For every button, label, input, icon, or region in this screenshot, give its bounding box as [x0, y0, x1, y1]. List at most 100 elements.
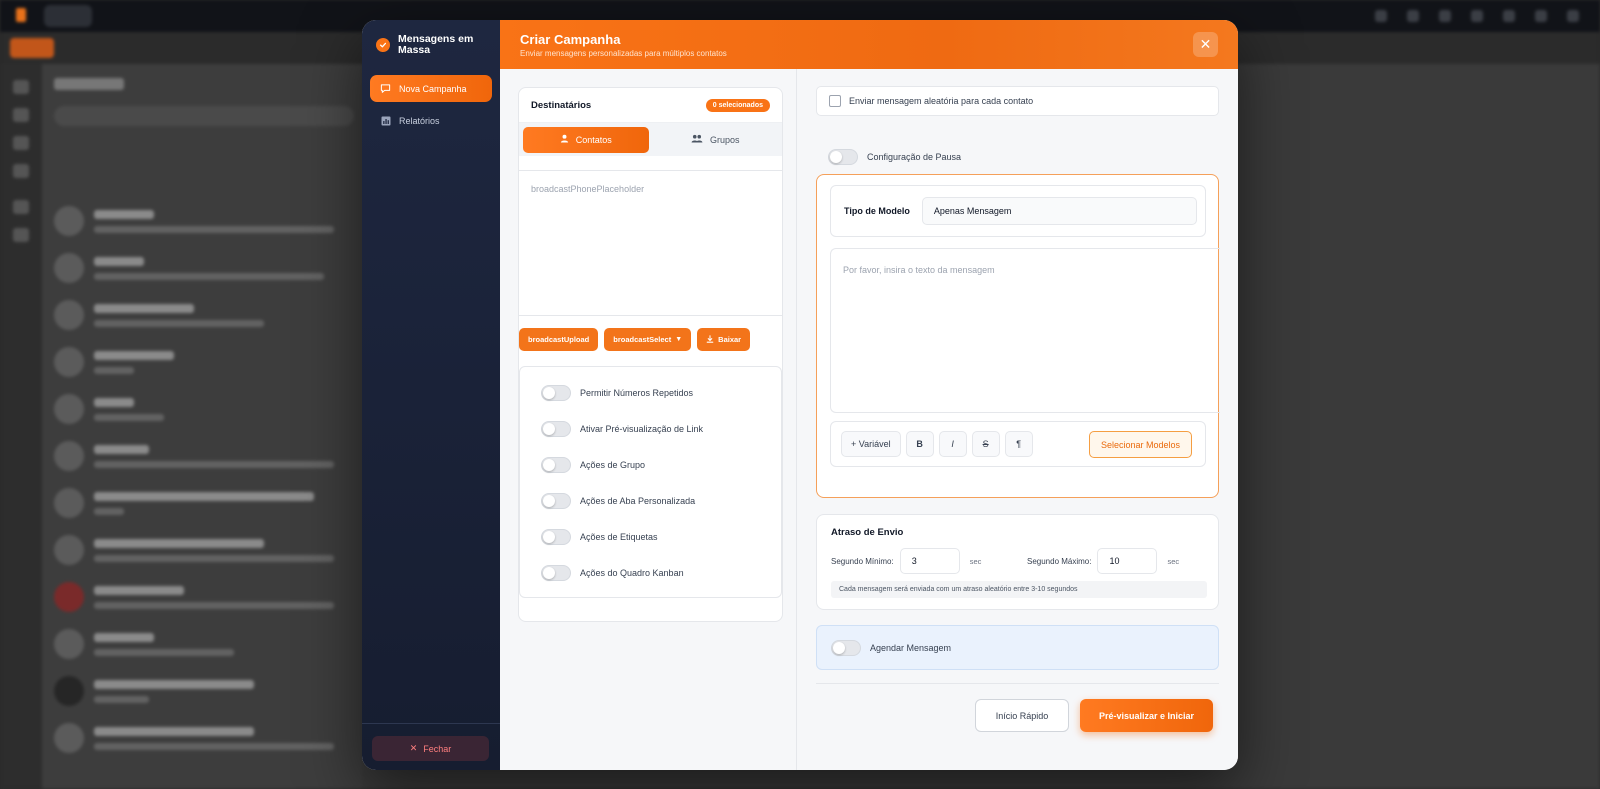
download-button[interactable]: Baixar — [697, 328, 751, 351]
close-sidebar-label: Fechar — [423, 743, 452, 754]
phone-numbers-placeholder: broadcastPhonePlaceholder — [531, 184, 645, 194]
toggle-label: Ações de Grupo — [580, 460, 646, 470]
min-delay-unit: sec — [969, 556, 982, 566]
chart-icon — [380, 115, 391, 126]
background-chat-title — [54, 78, 124, 90]
repeated-numbers-toggle[interactable] — [541, 385, 571, 401]
background-chat-row — [54, 721, 354, 761]
recipient-tabs: Contatos Grupos — [519, 123, 782, 156]
recipients-title: Destinatários — [531, 99, 592, 111]
close-icon: ✕ — [409, 743, 418, 753]
modal-header: Criar Campanha Enviar mensagens personal… — [500, 20, 1238, 69]
formatting-toolbar: + Variável B I S ¶ Selecionar Modelos — [830, 421, 1206, 467]
toggle-row-custom-tab-actions: Ações de Aba Personalizada — [541, 493, 695, 509]
send-delay-title: Atraso de Envio — [831, 527, 904, 538]
min-delay-row: Segundo Mínimo: 3 sec — [831, 548, 981, 574]
sidebar-item-label: Nova Campanha — [399, 83, 467, 94]
close-modal-button[interactable]: ✕ — [1193, 32, 1218, 57]
background-icon — [1535, 10, 1547, 22]
tab-grupos[interactable]: Grupos — [653, 127, 779, 153]
sidebar-brand-title: Mensagens em Massa — [398, 32, 474, 56]
custom-tab-actions-toggle[interactable] — [541, 493, 571, 509]
background-chat-row — [54, 486, 354, 526]
bold-button[interactable]: B — [905, 431, 934, 457]
pause-config-row: Configuração de Pausa — [828, 149, 961, 165]
message-textarea[interactable]: Por favor, insira o texto da mensagem — [830, 248, 1220, 413]
person-icon — [560, 134, 569, 145]
background-chat-row — [54, 674, 354, 714]
toggle-label: Ativar Pré-visualização de Link — [580, 424, 704, 434]
background-chat-row — [54, 204, 354, 244]
link-preview-toggle[interactable] — [541, 421, 571, 437]
recipient-options: Permitir Números Repetidos Ativar Pré-vi… — [519, 366, 782, 598]
download-icon — [706, 334, 714, 345]
kanban-actions-toggle[interactable] — [541, 565, 571, 581]
background-chat-row — [54, 533, 354, 573]
recipients-header: Destinatários 0 selecionados — [519, 88, 782, 123]
max-delay-input[interactable]: 10 — [1097, 548, 1158, 574]
delay-note: Cada mensagem será enviada com um atraso… — [831, 581, 1207, 598]
message-placeholder: Por favor, insira o texto da mensagem — [843, 265, 995, 275]
toggle-label: Ações de Aba Personalizada — [580, 496, 696, 506]
group-actions-toggle[interactable] — [541, 457, 571, 473]
close-sidebar-button[interactable]: ✕ Fechar — [372, 736, 489, 761]
toggle-row-label-actions: Ações de Etiquetas — [541, 529, 658, 545]
background-chat-row — [54, 345, 354, 385]
message-template-card: Tipo de Modelo Apenas Mensagem Por favor… — [816, 174, 1220, 498]
random-message-option[interactable]: Enviar mensagem aleatória para cada cont… — [816, 86, 1219, 116]
background-icon — [1567, 10, 1579, 22]
background-search — [54, 106, 354, 126]
recipient-actions: broadcastUpload broadcastSelect ▼ Baixar — [519, 328, 782, 354]
background-rail — [0, 64, 42, 789]
max-delay-row: Segundo Máximo: 10 sec — [1027, 548, 1179, 574]
background-chat-row — [54, 251, 354, 291]
random-message-label: Enviar mensagem aleatória para cada cont… — [849, 96, 1034, 106]
pause-config-label: Configuração de Pausa — [867, 152, 962, 162]
message-icon — [380, 83, 391, 94]
quick-start-button[interactable]: Início Rápido — [975, 699, 1069, 732]
page-title: Criar Campanha — [520, 32, 621, 47]
max-delay-label: Segundo Máximo: — [1027, 556, 1092, 566]
template-type-label: Tipo de Modelo — [844, 206, 910, 216]
random-message-checkbox[interactable] — [829, 95, 841, 107]
template-type-row: Tipo de Modelo Apenas Mensagem — [830, 185, 1206, 237]
schedule-message-label: Agendar Mensagem — [870, 642, 952, 653]
min-delay-input[interactable]: 3 — [899, 548, 960, 574]
background-chat-row — [54, 439, 354, 479]
max-delay-unit: sec — [1167, 556, 1180, 566]
phone-numbers-input[interactable]: broadcastPhonePlaceholder — [519, 170, 782, 316]
tab-contatos[interactable]: Contatos — [523, 126, 649, 153]
strikethrough-button[interactable]: S — [971, 431, 1000, 457]
insert-variable-button[interactable]: + Variável — [841, 431, 901, 457]
sidebar-item-relatorios[interactable]: Relatórios — [370, 107, 492, 134]
upload-button[interactable]: broadcastUpload — [519, 328, 599, 351]
background-rail-icon — [13, 200, 29, 214]
italic-button[interactable]: I — [938, 431, 967, 457]
background-icon — [1439, 10, 1451, 22]
schedule-message-toggle[interactable] — [831, 639, 861, 656]
select-button[interactable]: broadcastSelect ▼ — [604, 328, 692, 351]
paragraph-button[interactable]: ¶ — [1004, 431, 1033, 457]
background-pill — [10, 38, 54, 58]
label-actions-toggle[interactable] — [541, 529, 571, 545]
sidebar-item-nova-campanha[interactable]: Nova Campanha — [370, 75, 492, 102]
background-icon — [1471, 10, 1483, 22]
tab-label: Grupos — [709, 134, 740, 145]
upload-button-label: broadcastUpload — [528, 335, 590, 344]
sidebar-footer: ✕ Fechar — [362, 723, 500, 770]
background-rail-icon — [13, 80, 29, 94]
background-chat-row — [54, 392, 354, 432]
background-rail-icon — [13, 164, 29, 178]
min-delay-label: Segundo Mínimo: — [831, 556, 894, 566]
toggle-row-repeated-numbers: Permitir Números Repetidos — [541, 385, 693, 401]
selected-count-badge: 0 selecionados — [705, 98, 770, 112]
background-chat-list — [42, 64, 362, 789]
background-chat-row — [54, 580, 354, 620]
tab-label: Contatos — [575, 134, 612, 145]
pause-config-toggle[interactable] — [828, 149, 858, 165]
min-delay-value: 3 — [911, 556, 917, 566]
sidebar-item-label: Relatórios — [399, 115, 440, 126]
preview-and-start-button[interactable]: Pré-visualizar e Iniciar — [1080, 699, 1213, 732]
select-models-button[interactable]: Selecionar Modelos — [1088, 431, 1192, 458]
template-type-select[interactable]: Apenas Mensagem — [921, 197, 1197, 225]
